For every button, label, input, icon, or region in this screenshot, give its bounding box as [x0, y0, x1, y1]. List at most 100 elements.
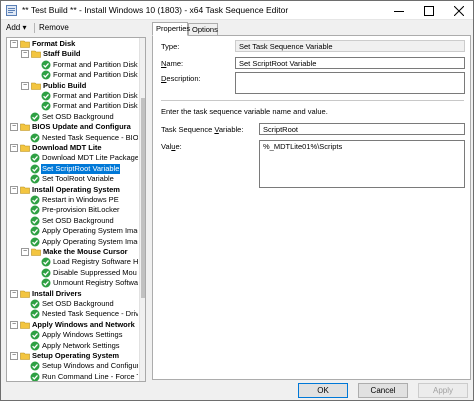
- tree-step-label-selected: Set ScriptRoot Variable: [41, 163, 121, 174]
- tree-group[interactable]: − BIOS Update and Configura: [7, 122, 138, 132]
- tree-step[interactable]: Set OSD Background: [7, 112, 138, 122]
- ok-button[interactable]: OK: [298, 383, 348, 398]
- tree-step-label: Nested Task Sequence - BIO: [42, 132, 138, 142]
- minimize-icon: [394, 10, 404, 12]
- tree-scrollbar-thumb[interactable]: [141, 98, 145, 298]
- check-icon: [41, 60, 51, 70]
- tree-step[interactable]: Format and Partition Disk: [7, 60, 138, 70]
- cancel-button[interactable]: Cancel: [358, 383, 408, 398]
- tree-step[interactable]: Nested Task Sequence - BIO: [7, 133, 138, 143]
- collapse-icon[interactable]: −: [10, 144, 18, 152]
- tree-items: − Format Disk − Staff Build Format and Parti…: [7, 38, 138, 381]
- add-menu-button[interactable]: Add ▾: [6, 23, 26, 32]
- collapse-icon[interactable]: −: [10, 123, 18, 132]
- value-label: Value:: [161, 142, 182, 151]
- tree-step-label: Nested Task Sequence - Driv: [42, 309, 138, 319]
- tree-step[interactable]: Format and Partition Disk: [7, 91, 138, 101]
- collapse-icon[interactable]: −: [10, 40, 18, 48]
- tree-step[interactable]: Unmount Registry Softwa: [7, 278, 138, 288]
- tree-step-label: Unmount Registry Softwa: [53, 278, 138, 288]
- tree-step[interactable]: Load Registry Software H: [7, 257, 138, 267]
- check-icon: [30, 205, 40, 215]
- tree-group[interactable]: − Install Operating System: [7, 185, 138, 195]
- tree-group[interactable]: − Apply Windows and Network: [7, 320, 138, 330]
- check-icon: [30, 309, 40, 319]
- tree-step-label: Disable Suppressed Mou: [53, 267, 137, 277]
- add-dropdown-arrow-icon: ▾: [22, 23, 27, 32]
- collapse-icon[interactable]: −: [10, 320, 18, 329]
- tree-group[interactable]: − Setup Operating System: [7, 351, 138, 361]
- tree-step-label: Apply Network Settings: [42, 340, 120, 350]
- tree-step[interactable]: Disable Suppressed Mou: [7, 268, 138, 278]
- tree-group[interactable]: − Staff Build: [7, 49, 138, 59]
- tree-group-label: Install Operating System: [32, 184, 120, 194]
- type-field: Set Task Sequence Variable: [235, 40, 465, 52]
- tree-step[interactable]: Restart in Windows PE: [7, 195, 138, 205]
- apply-button[interactable]: Apply: [418, 383, 468, 398]
- tree-step[interactable]: Set OSD Background: [7, 216, 138, 226]
- tree-step-label: Format and Partition Disk: [53, 59, 138, 69]
- tree-group[interactable]: − Make the Mouse Cursor: [7, 247, 138, 257]
- tree-step[interactable]: Apply Windows Settings: [7, 330, 138, 340]
- close-button[interactable]: [445, 1, 473, 20]
- tree-step-label: Apply Windows Settings: [42, 330, 123, 340]
- tree-scrollbar[interactable]: [139, 38, 145, 381]
- tree-step[interactable]: Format and Partition Disk: [7, 70, 138, 80]
- tree-group[interactable]: − Download MDT Lite: [7, 143, 138, 153]
- tree-step[interactable]: Set ScriptRoot Variable: [7, 163, 138, 174]
- variable-input[interactable]: ScriptRoot: [259, 123, 465, 135]
- check-icon: [30, 153, 40, 163]
- minimize-button[interactable]: [385, 1, 413, 20]
- collapse-icon[interactable]: −: [21, 81, 29, 90]
- description-input[interactable]: [235, 72, 465, 94]
- title-bar[interactable]: ** Test Build ** - Install Windows 10 (1…: [1, 1, 473, 20]
- tree-step-label: Setup Windows and Configur: [42, 361, 138, 371]
- tree-step[interactable]: Set ToolRoot Variable: [7, 174, 138, 184]
- tree-step-label: Download MDT Lite Package: [42, 153, 138, 163]
- check-icon: [30, 341, 40, 351]
- tree-step[interactable]: Run Command Line - Force T: [7, 372, 138, 381]
- remove-button[interactable]: Remove: [39, 23, 69, 32]
- tree-group[interactable]: − Public Build: [7, 81, 138, 91]
- tree-step[interactable]: Setup Windows and Configur: [7, 361, 138, 371]
- window-title: ** Test Build ** - Install Windows 10 (1…: [22, 5, 289, 15]
- collapse-icon[interactable]: −: [10, 352, 18, 360]
- tree-step[interactable]: Pre-provision BitLocker: [7, 205, 138, 215]
- instruction-text: Enter the task sequence variable name an…: [161, 107, 328, 116]
- check-icon: [41, 101, 51, 111]
- tree-group[interactable]: − Format Disk: [7, 39, 138, 49]
- collapse-icon[interactable]: −: [10, 185, 18, 194]
- name-input[interactable]: Set ScriptRoot Variable: [235, 57, 465, 69]
- collapse-icon[interactable]: −: [21, 50, 29, 59]
- maximize-icon: [424, 5, 434, 16]
- folder-icon: [20, 123, 30, 131]
- tree-group-label: Format Disk: [32, 39, 76, 48]
- tree-step[interactable]: Download MDT Lite Package: [7, 153, 138, 163]
- tree-group[interactable]: − Install Drivers: [7, 289, 138, 299]
- collapse-icon[interactable]: −: [10, 289, 18, 298]
- tree-step[interactable]: Format and Partition Disk: [7, 101, 138, 111]
- tree-step[interactable]: Nested Task Sequence - Driv: [7, 309, 138, 319]
- description-label: Description:: [161, 74, 201, 83]
- tree-group-label: Download MDT Lite: [32, 143, 102, 152]
- tab-properties[interactable]: Properties: [152, 22, 190, 36]
- collapse-icon[interactable]: −: [21, 248, 29, 256]
- tree-group-label: Make the Mouse Cursor: [43, 247, 128, 256]
- check-icon: [41, 268, 51, 278]
- type-label: Type:: [161, 42, 180, 51]
- tree-group-label: Public Build: [43, 80, 87, 90]
- tree-step-label: Run Command Line - Force T: [42, 371, 138, 381]
- tree-step[interactable]: Apply Operating System Imag: [7, 237, 138, 247]
- tree-step[interactable]: Apply Operating System Imag: [7, 226, 138, 236]
- tree-step-label: Format and Partition Disk: [53, 70, 138, 80]
- value-input[interactable]: %_MDTLite01%\Scripts: [259, 140, 465, 188]
- check-icon: [30, 372, 40, 381]
- tree-step[interactable]: Apply Network Settings: [7, 341, 138, 351]
- maximize-button[interactable]: [415, 1, 443, 20]
- close-icon: [454, 5, 464, 16]
- task-sequence-tree[interactable]: − Format Disk − Staff Build Format and Parti…: [6, 37, 146, 382]
- tree-step[interactable]: Set OSD Background: [7, 299, 138, 309]
- tree-group-label: Apply Windows and Network: [32, 319, 135, 329]
- tree-toolbar: Add ▾ Remove: [1, 21, 151, 36]
- task-sequence-editor-window: ** Test Build ** - Install Windows 10 (1…: [0, 0, 474, 401]
